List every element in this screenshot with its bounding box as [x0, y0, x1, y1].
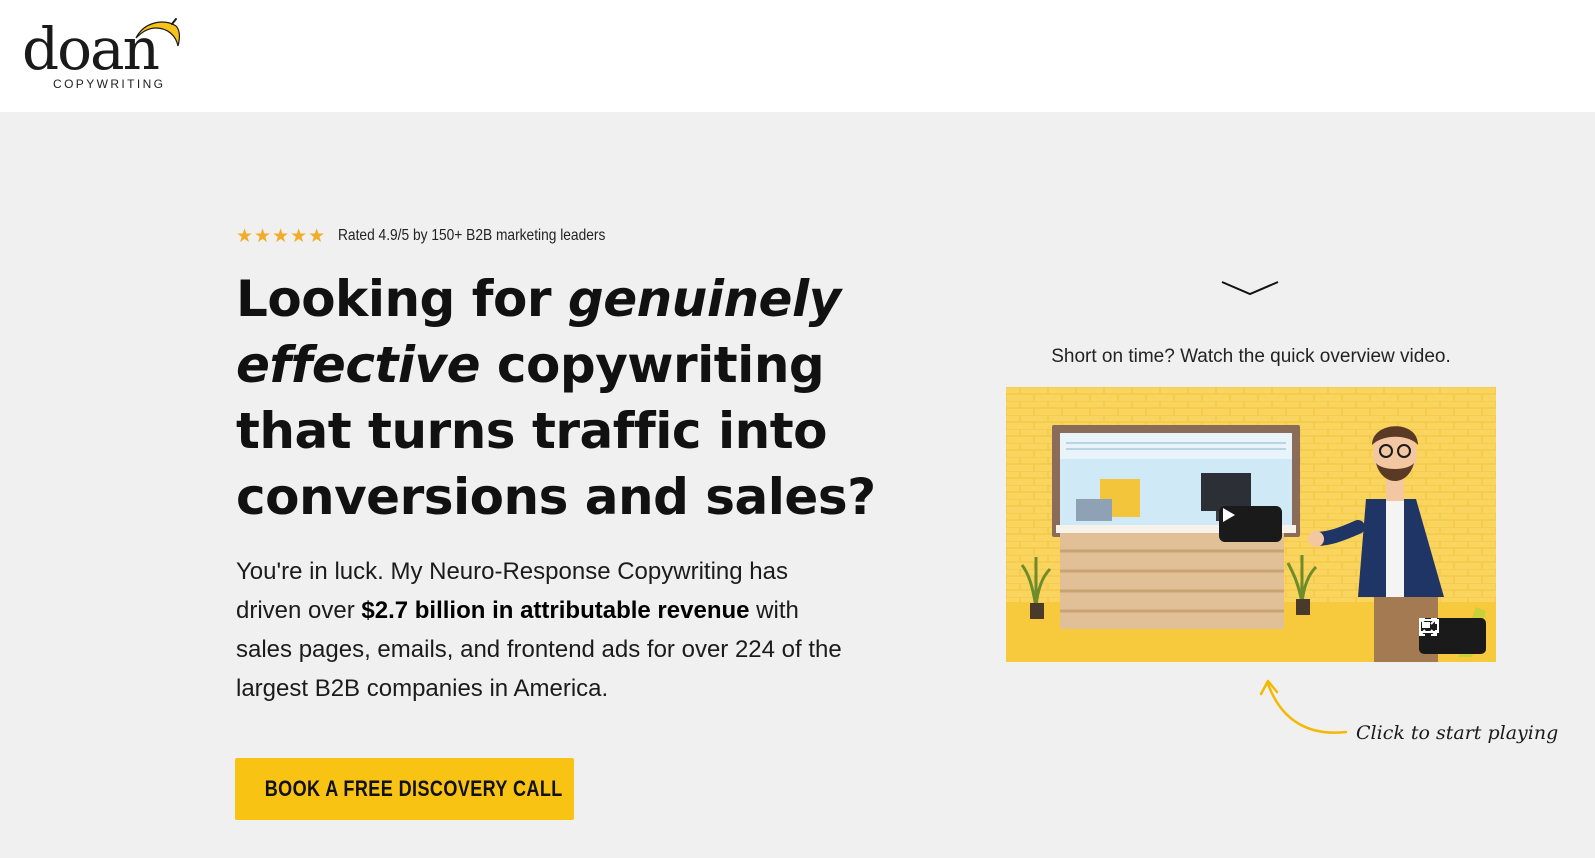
headline-emphasis-2: effective [236, 336, 481, 394]
video-caption: Short on time? Watch the quick overview … [1051, 346, 1451, 367]
site-header: doan COPYWRITING [0, 0, 1595, 112]
logo-subtitle: COPYWRITING [53, 77, 166, 91]
cta-label: BOOK A FREE DISCOVERY CALL [264, 776, 563, 801]
rating-text: Rated 4.9/5 by 150+ B2B marketing leader… [338, 227, 606, 244]
video-player[interactable] [1006, 387, 1496, 662]
play-button[interactable] [1219, 506, 1282, 542]
page-headline: Looking for genuinely effective copywriti… [236, 266, 876, 530]
fullscreen-icon[interactable] [1419, 618, 1477, 647]
chevron-down-icon [1221, 281, 1279, 296]
revenue-highlight: $2.7 billion in attributable revenue [361, 597, 750, 624]
headline-part1: Looking for [236, 270, 568, 328]
headline-emphasis-1: genuinely [567, 270, 841, 328]
rating-row: ★★★★★ Rated 4.9/5 by 150+ B2B marketing … [236, 224, 649, 248]
video-controls [1419, 618, 1486, 654]
play-icon [1223, 508, 1235, 522]
logo-link[interactable]: doan COPYWRITING [20, 14, 190, 94]
curved-arrow-icon [1259, 679, 1348, 734]
hero-description: You're in luck. My Neuro-Response Copywr… [236, 552, 846, 708]
click-to-play-hint: Click to start playing [1356, 722, 1559, 744]
star-rating-icon: ★★★★★ [236, 225, 327, 247]
banana-icon [135, 18, 180, 47]
book-discovery-call-button[interactable]: BOOK A FREE DISCOVERY CALL [235, 758, 574, 820]
